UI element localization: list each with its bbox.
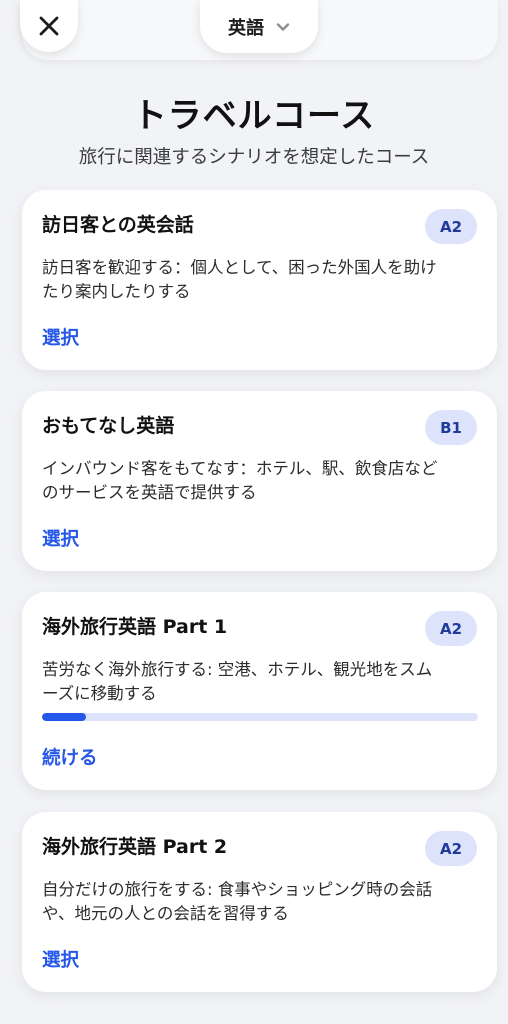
course-description-line: インバウンド客をもてなす：ホテル、駅、飲食店など — [42, 459, 438, 478]
course-card[interactable]: 海外旅行英語 Part 1 A2 苦労なく海外旅行する: 空港、ホテル、観光地を… — [22, 592, 497, 790]
course-description: インバウンド客をもてなす：ホテル、駅、飲食店など のサービスを英語で提供する — [42, 457, 479, 505]
level-badge: A2 — [425, 831, 477, 866]
continue-button[interactable]: 続ける — [42, 744, 98, 770]
language-label: 英語 — [228, 17, 264, 39]
level-badge: A2 — [425, 209, 477, 244]
level-badge: B1 — [425, 410, 477, 445]
page-title: トラベルコース — [132, 96, 376, 136]
course-description: 自分だけの旅行をする: 食事やショッピング時の会話 や、地元の人との会話を習得す… — [42, 878, 479, 926]
course-card[interactable]: おもてなし英語 B1 インバウンド客をもてなす：ホテル、駅、飲食店など のサービ… — [22, 391, 497, 571]
course-description-line: ーズに移動する — [42, 684, 157, 703]
course-description-line: のサービスを英語で提供する — [42, 483, 257, 502]
course-title: 海外旅行英語 Part 2 — [42, 836, 228, 858]
course-description: 苦労なく海外旅行する: 空港、ホテル、観光地をスム ーズに移動する — [42, 658, 479, 706]
level-badge: A2 — [425, 611, 477, 646]
course-description: 訪日客を歓迎する：個人として、困った外国人を助け たり案内したりする — [42, 256, 479, 304]
language-selector[interactable]: 英語 — [200, 0, 318, 53]
progress-bar-fill — [42, 713, 86, 721]
select-button[interactable]: 選択 — [42, 946, 79, 972]
course-description-line: たり案内したりする — [42, 282, 191, 301]
course-description-line: 苦労なく海外旅行する: 空港、ホテル、観光地をスム — [42, 660, 433, 679]
course-description-line: 訪日客を歓迎する：個人として、困った外国人を助け — [42, 258, 437, 277]
chevron-down-icon — [276, 22, 290, 31]
close-icon — [39, 16, 59, 36]
select-button[interactable]: 選択 — [42, 324, 79, 350]
page-subtitle: 旅行に関連するシナリオを想定したコース — [78, 147, 430, 168]
course-description-line: や、地元の人との会話を習得する — [42, 904, 289, 923]
course-card[interactable]: 海外旅行英語 Part 2 A2 自分だけの旅行をする: 食事やショッピング時の… — [22, 812, 497, 992]
progress-bar — [42, 713, 478, 721]
course-card[interactable]: 訪日客との英会話 A2 訪日客を歓迎する：個人として、困った外国人を助け たり案… — [22, 190, 497, 370]
course-title: 訪日客との英会話 — [42, 214, 194, 236]
course-title: 海外旅行英語 Part 1 — [42, 616, 228, 638]
select-button[interactable]: 選択 — [42, 525, 79, 551]
course-title: おもてなし英語 — [42, 415, 175, 437]
course-description-line: 自分だけの旅行をする: 食事やショッピング時の会話 — [42, 880, 433, 899]
